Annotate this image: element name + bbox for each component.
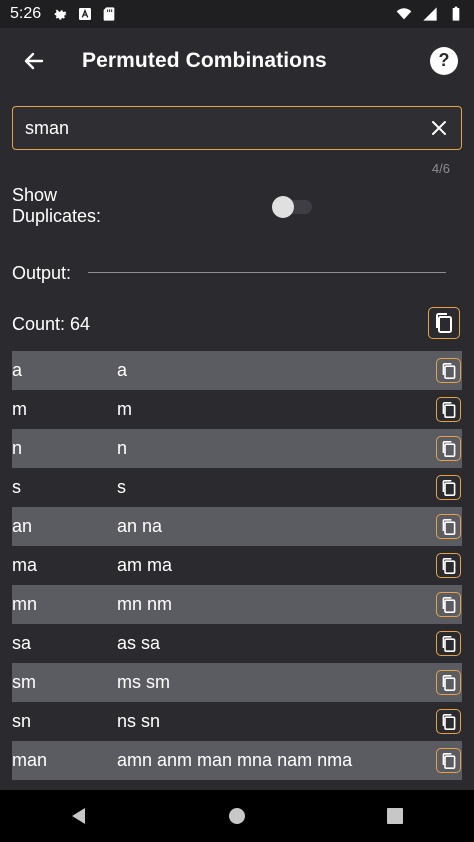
copy-icon [442,479,455,496]
page-title: Permuted Combinations [82,48,327,72]
wifi-icon [396,8,412,20]
result-key: sn [12,711,32,731]
copy-row-button[interactable] [436,514,461,539]
status-time: 5:26 [10,5,42,22]
result-row: mn mn nm [12,585,462,624]
copy-icon [442,635,455,652]
battery-icon [452,6,460,21]
result-row: ss [12,468,462,507]
copy-row-button[interactable] [436,358,461,383]
sd-card-icon [103,7,115,21]
close-icon [432,121,446,135]
text-box-icon [79,8,92,20]
search-field [12,106,462,150]
result-row: nn [12,429,462,468]
clear-button[interactable] [421,110,457,146]
result-value: n [117,438,128,458]
result-value: an na [117,516,163,536]
result-key: sm [12,672,36,692]
result-value: am ma [117,555,173,575]
result-key: n [12,438,23,458]
nav-home-button[interactable] [217,796,257,836]
result-row: ma am ma [12,546,462,585]
copy-icon [442,596,455,613]
result-key: mn [12,594,38,614]
nav-home-icon [229,808,245,824]
result-row: aa [12,351,462,390]
result-key: ma [12,555,38,575]
copy-row-button[interactable] [436,553,461,578]
copy-row-button[interactable] [436,670,461,695]
copy-icon [442,674,455,691]
result-value: m [117,399,132,419]
help-button[interactable]: ? [430,46,458,75]
result-key: s [12,477,21,497]
toggle-knob [272,196,294,218]
output-divider [88,272,446,273]
copy-row-button[interactable] [436,436,461,461]
help-icon: ? [438,50,450,70]
copy-row-button[interactable] [436,397,461,422]
arrow-left-icon [24,52,44,69]
signal-icon [423,7,437,21]
copy-icon [442,557,455,574]
character-counter: 4/6 [431,161,450,176]
nav-recents-button[interactable] [375,796,415,836]
copy-row-button[interactable] [436,475,461,500]
result-value: s [117,477,126,497]
result-key: a [12,360,23,380]
result-row: an an na [12,507,462,546]
copy-all-button[interactable] [428,307,460,339]
result-row: sa as sa [12,624,462,663]
output-label: Output: [12,263,72,283]
result-row: sn ns sn [12,702,462,741]
copy-icon [442,752,455,769]
copy-row-button[interactable] [436,592,461,617]
app-bar: Permuted Combinations ? [0,28,474,93]
result-row: man amn anm man mna nam nma [12,741,462,780]
result-key: m [12,399,27,419]
show-duplicates-label: Show Duplicates: [12,185,102,226]
result-key: man [12,750,48,770]
show-duplicates-toggle[interactable] [272,196,312,218]
copy-row-button[interactable] [436,631,461,656]
result-value: a [117,360,128,380]
result-key: sa [12,633,32,653]
copy-icon [442,401,455,418]
system-nav-bar [0,790,474,842]
result-list: a a m m n n s s an an na ma am ma mn mn nm sa as sa sm ms… [12,351,462,780]
gear-icon [54,9,68,20]
copy-icon [442,713,455,730]
copy-row-button[interactable] [436,748,461,773]
result-row: mm [12,390,462,429]
copy-icon [442,518,455,535]
result-value: ms sm [117,672,170,692]
back-button[interactable] [14,41,54,81]
copy-icon [442,362,455,379]
status-left-icons [53,6,117,22]
nav-back-button[interactable] [59,796,99,836]
nav-back-icon [72,808,85,824]
search-input[interactable] [13,116,421,140]
status-bar: 5:26 [0,0,474,28]
copy-icon [442,440,455,457]
status-right-icons [396,6,464,22]
result-value: as sa [117,633,161,653]
result-value: amn anm man mna nam nma [117,750,353,770]
result-value: ns sn [117,711,161,731]
result-value: mn nm [117,594,173,614]
copy-row-button[interactable] [436,709,461,734]
result-row: sm ms sm [12,663,462,702]
result-key: an [12,516,33,536]
copy-icon [436,313,452,333]
count-label: Count: 64 [12,314,91,334]
nav-recents-icon [387,808,403,824]
